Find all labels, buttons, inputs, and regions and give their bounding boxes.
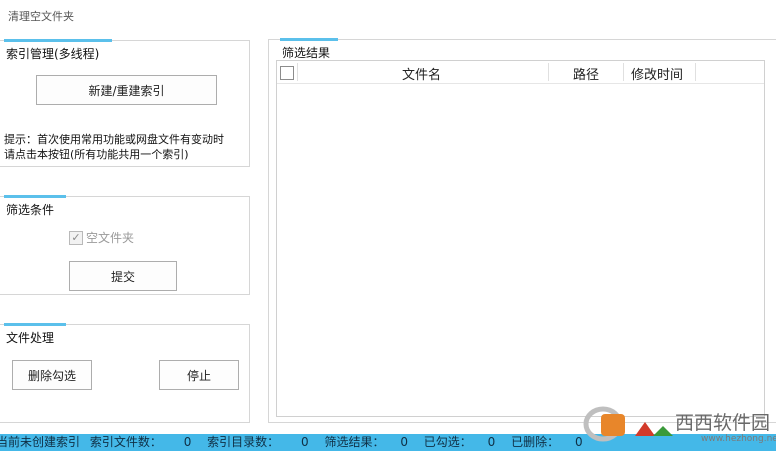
column-header-modified-time[interactable]: 修改时间 (631, 64, 683, 83)
group-accent-bar (4, 323, 66, 326)
submit-button[interactable]: 提交 (69, 261, 177, 291)
status-deleted-label: 已删除： (511, 435, 560, 449)
index-hint-line-2: 请点击本按钮(所有功能共用一个索引) (4, 148, 189, 161)
column-header-path[interactable]: 路径 (573, 64, 599, 83)
results-table[interactable]: 文件名 路径 修改时间 (276, 60, 765, 417)
column-header-filename[interactable]: 文件名 (402, 64, 441, 83)
status-index-dirs-value: 0 (301, 435, 309, 449)
file-processing-group: 文件处理 删除勾选 停止 (0, 323, 250, 423)
watermark-logo-graphic: 西西软件园 www.hezhong.net (583, 406, 776, 444)
filter-results-title: 筛选结果 (282, 46, 331, 60)
filter-conditions-group: 筛选条件 ✓ 空文件夹 提交 (0, 195, 250, 295)
column-separator (695, 63, 696, 81)
column-separator (297, 63, 298, 81)
status-deleted-value: 0 (574, 435, 583, 449)
rebuild-index-button[interactable]: 新建/重建索引 (36, 75, 217, 105)
filter-conditions-title: 筛选条件 (6, 203, 55, 217)
status-index-files-value: 0 (183, 435, 192, 449)
stop-button[interactable]: 停止 (159, 360, 239, 390)
status-checked-label: 已勾选： (423, 435, 472, 449)
column-separator (623, 63, 624, 81)
index-management-title: 索引管理(多线程) (6, 47, 100, 61)
filter-results-group: 筛选结果 文件名 路径 修改时间 (268, 38, 776, 423)
delete-checked-button[interactable]: 删除勾选 (12, 360, 92, 390)
status-filter-result-value: 0 (400, 435, 408, 449)
select-all-checkbox[interactable] (280, 66, 294, 80)
column-separator (548, 63, 549, 81)
empty-folder-checkbox-label: 空文件夹 (86, 231, 135, 245)
group-accent-bar (4, 195, 66, 198)
status-checked-value: 0 (487, 435, 496, 449)
group-accent-bar (4, 39, 112, 42)
results-table-header: 文件名 路径 修改时间 (277, 61, 764, 84)
empty-folder-checkbox[interactable]: ✓ (69, 230, 83, 245)
status-index-files-label: 索引文件数： (89, 435, 162, 449)
watermark-logo: 西西软件园 www.hezhong.net (583, 402, 776, 448)
watermark-url-text: www.hezhong.net (701, 434, 776, 444)
empty-folder-checkbox-row[interactable]: ✓ 空文件夹 (69, 229, 134, 246)
status-filter-result-label: 筛选结果： (324, 435, 385, 449)
watermark-brand-text: 西西软件园 (675, 412, 770, 434)
index-hint-text: 提示：首次使用常用功能或网盘文件有变动时 请点击本按钮(所有功能共用一个索引) (4, 132, 224, 162)
window-title: 清理空文件夹 (8, 10, 74, 23)
index-management-group: 索引管理(多线程) 新建/重建索引 提示：首次使用常用功能或网盘文件有变动时 请… (0, 39, 250, 167)
index-hint-line-1: 提示：首次使用常用功能或网盘文件有变动时 (4, 133, 224, 146)
file-processing-title: 文件处理 (6, 331, 55, 345)
group-accent-bar (280, 38, 338, 41)
status-index-dirs-label: 索引目录数： (207, 435, 280, 449)
status-state: 当前未创建索引 (0, 435, 81, 449)
